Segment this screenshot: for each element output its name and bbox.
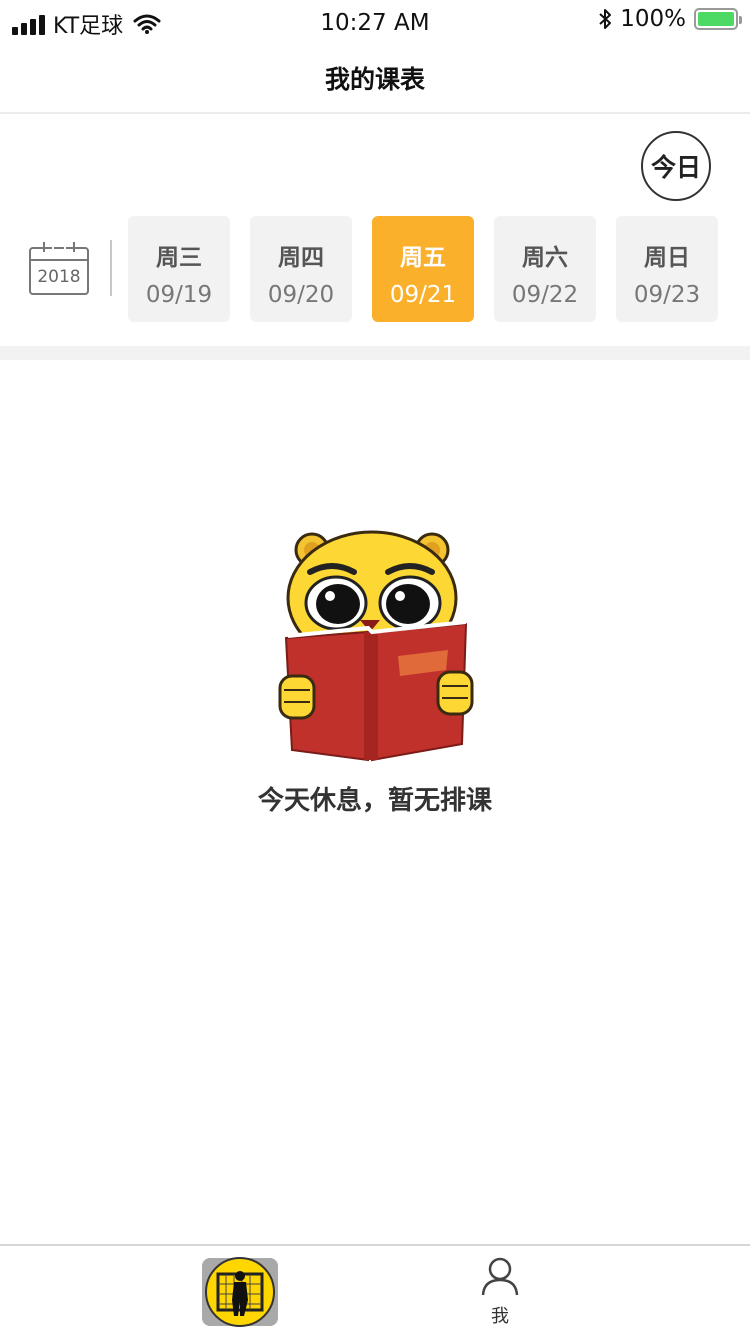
day-card-sat[interactable]: 周六 09/22 (494, 216, 596, 322)
calendar-icon[interactable]: 2018 (28, 240, 90, 296)
day-date: 09/23 (633, 282, 701, 308)
day-card-thu[interactable]: 周四 09/20 (250, 216, 352, 322)
tab-me-label: 我 (491, 1306, 509, 1327)
schedule-page: KT足球 10:27 AM 100% 我的课表 今日 2018 周三 09/19… (0, 0, 750, 1334)
day-weekday: 周四 (278, 245, 324, 271)
day-weekday: 周日 (644, 245, 690, 271)
page-title: 我的课表 (324, 65, 425, 94)
day-date: 09/20 (267, 282, 335, 308)
strip-divider (110, 240, 112, 296)
day-card-fri[interactable]: 周五 09/21 (372, 216, 474, 322)
today-button[interactable]: 今日 (641, 131, 711, 201)
empty-state-message: 今天休息，暂无排课 (257, 786, 492, 816)
calendar-year: 2018 (37, 267, 80, 287)
day-weekday: 周六 (522, 245, 568, 271)
tab-me[interactable]: 我 (470, 1256, 530, 1332)
bluetooth-icon (599, 9, 612, 29)
day-date: 09/22 (511, 282, 579, 308)
person-icon (481, 1257, 519, 1296)
day-card-wed[interactable]: 周三 09/19 (128, 216, 230, 322)
day-card-sun[interactable]: 周日 09/23 (616, 216, 718, 322)
day-date: 09/21 (389, 282, 457, 308)
status-bar: KT足球 10:27 AM 100% (0, 0, 750, 44)
battery-icon (694, 8, 742, 30)
tiger-reading-icon (278, 530, 474, 762)
goalkeeper-icon[interactable] (200, 1254, 280, 1330)
day-weekday: 周三 (156, 245, 202, 271)
nav-bar: 我的课表 (0, 44, 750, 114)
day-date: 09/19 (145, 282, 213, 308)
day-weekday: 周五 (400, 245, 446, 271)
tab-bar: 我 (0, 1244, 750, 1334)
date-strip: 2018 周三 09/19 周四 09/20 周五 09/21 周六 09/22… (0, 216, 750, 322)
battery-percent: 100% (620, 6, 686, 32)
section-separator (0, 346, 750, 360)
